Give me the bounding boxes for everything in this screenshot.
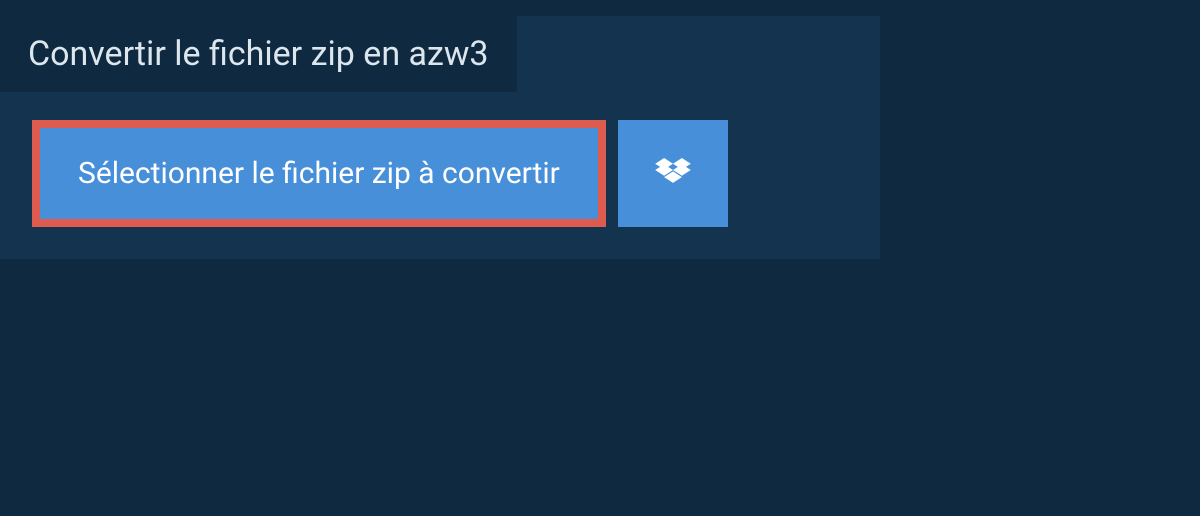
title-bar: Convertir le fichier zip en azw3 — [0, 16, 517, 92]
select-file-label: Sélectionner le fichier zip à convertir — [78, 156, 560, 191]
converter-panel: Convertir le fichier zip en azw3 Sélecti… — [0, 16, 880, 259]
dropbox-icon — [655, 158, 691, 190]
page-title: Convertir le fichier zip en azw3 — [28, 34, 489, 74]
dropbox-button[interactable] — [618, 120, 728, 227]
select-file-button[interactable]: Sélectionner le fichier zip à convertir — [32, 120, 606, 227]
button-row: Sélectionner le fichier zip à convertir — [0, 92, 880, 259]
